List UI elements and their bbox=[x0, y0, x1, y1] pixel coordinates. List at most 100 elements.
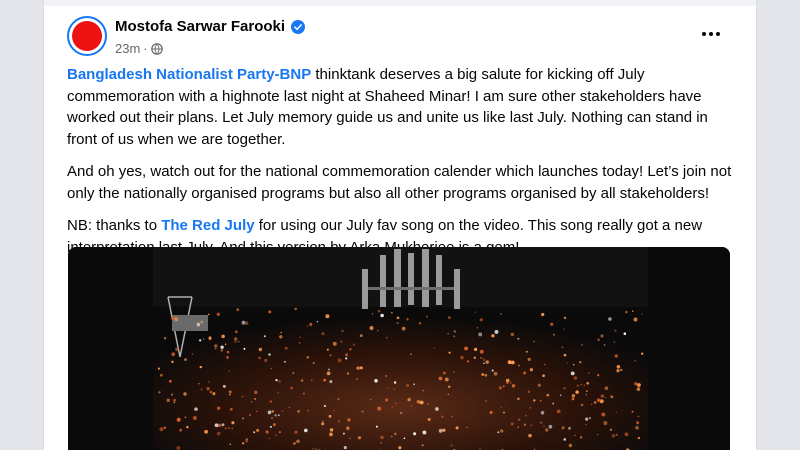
author-name[interactable]: Mostofa Sarwar Farooki bbox=[115, 18, 285, 35]
candle-light bbox=[561, 346, 564, 349]
candle-light bbox=[523, 423, 527, 426]
candle-light bbox=[517, 418, 521, 421]
candle-light bbox=[576, 384, 579, 387]
candle-light bbox=[323, 378, 327, 382]
candle-light bbox=[346, 372, 349, 375]
candle-light bbox=[385, 398, 389, 402]
candle-light bbox=[539, 399, 542, 402]
candle-light bbox=[199, 365, 203, 369]
candle-light bbox=[374, 379, 378, 383]
more-dot bbox=[716, 32, 720, 36]
candle-light bbox=[634, 382, 638, 386]
candle-light bbox=[583, 384, 585, 387]
candle-light bbox=[268, 437, 271, 440]
candle-light bbox=[321, 332, 325, 336]
candle-light bbox=[369, 398, 372, 401]
candle-light bbox=[157, 367, 160, 370]
candle-light bbox=[491, 369, 494, 372]
page-link-bnp[interactable]: Bangladesh Nationalist Party-BNP bbox=[67, 66, 311, 83]
candle-light bbox=[271, 417, 273, 419]
candle-light bbox=[494, 329, 499, 334]
candle-light bbox=[637, 436, 641, 440]
candle-light bbox=[241, 442, 245, 445]
candle-light bbox=[198, 383, 200, 385]
globe-icon[interactable] bbox=[150, 42, 163, 55]
candle-light bbox=[453, 335, 456, 338]
candle-light bbox=[173, 398, 177, 402]
candle-light bbox=[497, 431, 500, 434]
candle-light bbox=[448, 351, 451, 354]
candle-light bbox=[329, 428, 334, 432]
page-link-red-july[interactable]: The Red July bbox=[161, 217, 254, 234]
candle-light bbox=[517, 364, 521, 367]
candle-light bbox=[453, 330, 457, 333]
candle-light bbox=[579, 436, 583, 439]
candle-light bbox=[302, 392, 305, 395]
candle-light bbox=[293, 442, 296, 445]
candle-light bbox=[297, 409, 300, 413]
candle-light bbox=[442, 371, 446, 375]
more-options-icon[interactable] bbox=[696, 22, 726, 46]
candle-light bbox=[321, 422, 325, 426]
candle-light bbox=[611, 434, 616, 438]
candle-light bbox=[527, 390, 531, 394]
candle-light bbox=[427, 403, 429, 406]
candle-light bbox=[242, 417, 245, 420]
post-timestamp[interactable]: 23m bbox=[115, 41, 140, 56]
candle-light bbox=[200, 388, 203, 391]
candle-light bbox=[277, 392, 279, 394]
candle-light bbox=[464, 346, 469, 351]
candle-light bbox=[173, 401, 176, 404]
candle-light bbox=[361, 410, 364, 413]
candle-light bbox=[268, 310, 272, 314]
candle-light bbox=[636, 387, 641, 391]
candle-light bbox=[451, 415, 453, 418]
candle-light bbox=[176, 417, 181, 422]
candle-light bbox=[507, 360, 512, 365]
candle-light bbox=[234, 330, 238, 334]
candle-light bbox=[632, 310, 634, 312]
candle-light bbox=[306, 325, 309, 327]
candle-light bbox=[298, 342, 301, 344]
candle-light bbox=[194, 407, 198, 411]
candle-light bbox=[473, 356, 476, 359]
candle-light bbox=[500, 429, 504, 433]
candle-light bbox=[220, 345, 224, 349]
author-avatar[interactable] bbox=[67, 16, 107, 56]
candle-light bbox=[294, 430, 298, 434]
candle-light bbox=[231, 427, 233, 430]
post-video[interactable] bbox=[68, 247, 730, 450]
candle-light bbox=[159, 373, 163, 377]
candle-light bbox=[390, 435, 393, 438]
candle-light bbox=[309, 322, 313, 326]
candle-light bbox=[510, 422, 514, 426]
candle-light bbox=[258, 347, 263, 352]
candle-light bbox=[568, 426, 571, 430]
candle-light bbox=[613, 340, 616, 344]
candle-light bbox=[460, 355, 464, 360]
candle-light bbox=[170, 393, 174, 396]
candle-light bbox=[585, 390, 588, 393]
candle-light bbox=[243, 347, 246, 350]
candle-light bbox=[186, 425, 189, 429]
candle-light bbox=[299, 336, 301, 338]
candle-light bbox=[326, 371, 331, 376]
candle-light bbox=[580, 383, 582, 386]
candle-light bbox=[332, 341, 337, 346]
candle-light bbox=[337, 420, 341, 423]
candle-light bbox=[571, 394, 576, 398]
candle-light bbox=[579, 361, 582, 364]
candle-light bbox=[433, 347, 435, 349]
candle-light bbox=[306, 355, 310, 359]
author-name-row: Mostofa Sarwar Farooki bbox=[115, 18, 306, 35]
candle-light bbox=[271, 410, 275, 413]
candle-light bbox=[398, 446, 402, 450]
candle-light bbox=[633, 317, 638, 322]
candle-light bbox=[631, 410, 634, 413]
candle-light bbox=[272, 423, 276, 427]
candle-light bbox=[284, 346, 288, 350]
candle-light bbox=[207, 313, 210, 316]
candle-light bbox=[533, 399, 536, 402]
candle-light bbox=[341, 329, 344, 333]
candle-light bbox=[406, 318, 409, 321]
